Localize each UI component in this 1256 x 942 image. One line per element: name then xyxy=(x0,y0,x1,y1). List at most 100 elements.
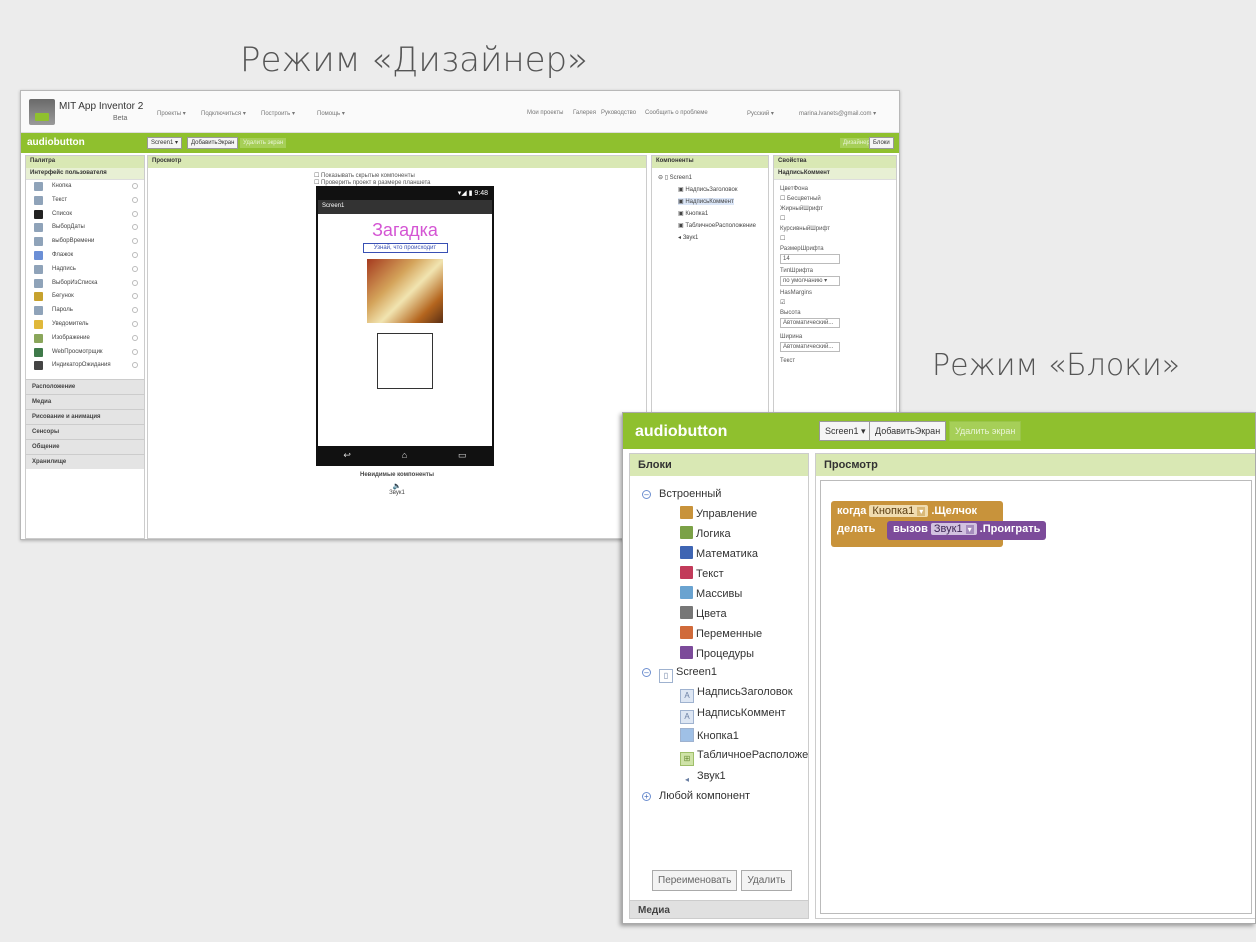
menu-guide[interactable]: Руководство xyxy=(601,110,636,116)
component-dropdown[interactable]: Звук1 ▾ xyxy=(930,523,977,535)
tree-screen1[interactable]: – ▯ Screen1 xyxy=(642,666,717,683)
prop-hasmargins-checkbox[interactable]: ☑ xyxy=(780,298,890,308)
tree-screen1[interactable]: ⊖ ▯ Screen1 xyxy=(658,174,692,181)
riddle-image[interactable] xyxy=(367,259,443,323)
palette-item[interactable]: ВыборДаты xyxy=(26,221,144,235)
drawer-lists[interactable]: Массивы xyxy=(680,586,742,600)
media-section[interactable]: Медиа xyxy=(630,900,808,918)
menu-my-projects[interactable]: Мои проекты xyxy=(527,110,563,116)
add-screen-button[interactable]: ДобавитьЭкран xyxy=(187,137,239,149)
palette-item[interactable]: Флажок xyxy=(26,249,144,263)
tree-item[interactable]: ◂ Звук1 xyxy=(678,234,698,241)
prop-fonttype-select[interactable]: по умолчанию ▾ xyxy=(780,276,840,286)
drawer-logic[interactable]: Логика xyxy=(680,526,731,540)
prop-fontsize-input[interactable]: 14 xyxy=(780,254,840,264)
palette-item[interactable]: Список xyxy=(26,208,144,222)
palette-category[interactable]: Хранилище xyxy=(26,454,144,470)
expand-icon[interactable]: + xyxy=(642,792,651,801)
remove-screen-button[interactable]: Удалить экран xyxy=(239,137,288,149)
palette-item[interactable]: выборВремени xyxy=(26,235,144,249)
help-icon[interactable] xyxy=(132,293,138,300)
palette-item[interactable]: Бегунок xyxy=(26,290,144,304)
screen-select[interactable]: Screen1 ▾ xyxy=(147,137,183,149)
nonvisible-sound[interactable]: Звук1 xyxy=(148,490,646,496)
rename-button[interactable]: Переименовать xyxy=(652,870,738,891)
drawer-component[interactable]: ⊞ ТабличноеРасположени xyxy=(680,749,808,766)
menu-projects[interactable]: Проекты ▾ xyxy=(157,110,186,117)
prop-width-input[interactable]: Автоматический... xyxy=(780,342,840,352)
palette-category[interactable]: Общение xyxy=(26,439,144,455)
viewer-title: Просмотр xyxy=(816,454,1255,476)
menu-gallery[interactable]: Галерея xyxy=(573,110,596,116)
palette-item[interactable]: Текст xyxy=(26,194,144,208)
drawer-procedures[interactable]: Процедуры xyxy=(680,646,754,660)
palette-category[interactable]: Медиа xyxy=(26,394,144,410)
drawer-math[interactable]: Математика xyxy=(680,546,758,560)
screen-select[interactable]: Screen1 ▾ xyxy=(819,421,872,441)
drawer-component[interactable]: A НадписьКоммент xyxy=(680,707,786,724)
help-icon[interactable] xyxy=(132,251,138,258)
help-icon[interactable] xyxy=(132,196,138,203)
tree-any-component[interactable]: + Любой компонент xyxy=(642,790,750,802)
palette-item[interactable]: ВыборИзСписка xyxy=(26,277,144,291)
help-icon[interactable] xyxy=(132,362,138,369)
drawer-component[interactable]: ◂ Звук1 xyxy=(680,770,726,788)
component-dropdown[interactable]: Кнопка1 ▾ xyxy=(869,505,929,517)
tree-item[interactable]: ▣ НадписьЗаголовок xyxy=(678,186,737,193)
prop-bold-checkbox[interactable]: ☐ xyxy=(780,214,890,224)
prop-bgcolor[interactable]: ☐ Бесцветный xyxy=(780,194,890,204)
blocks-workspace[interactable]: когда Кнопка1 ▾ .Щелчок делать вызов Звук… xyxy=(820,480,1252,914)
palette-item[interactable]: Кнопка xyxy=(26,180,144,194)
tablet-size-checkbox[interactable]: ☐ Проверить проект в размере планшета xyxy=(314,179,430,186)
tree-item[interactable]: ▣ Кнопка1 xyxy=(678,210,708,217)
drawer-component[interactable]: A НадписьЗаголовок xyxy=(680,686,793,703)
menu-build[interactable]: Построить ▾ xyxy=(261,110,295,117)
menu-report[interactable]: Сообщить о проблеме xyxy=(645,110,708,116)
palette-item[interactable]: Пароль xyxy=(26,304,144,318)
help-icon[interactable] xyxy=(132,320,138,327)
help-icon[interactable] xyxy=(132,238,138,245)
palette-item[interactable]: Изображение xyxy=(26,332,144,346)
tree-item[interactable]: ▣ ТабличноеРасположение xyxy=(678,222,756,229)
help-icon[interactable] xyxy=(132,334,138,341)
blocks-button[interactable]: Блоки xyxy=(869,137,894,149)
button1-preview[interactable] xyxy=(377,333,433,389)
delete-button[interactable]: Удалить xyxy=(741,870,792,891)
call-block-sound-play[interactable]: вызов Звук1 ▾ .Проиграть xyxy=(887,521,1047,540)
palette-item[interactable]: ИндикаторОжидания xyxy=(26,359,144,373)
drawer-text[interactable]: Текст xyxy=(680,566,724,580)
drawer-variables[interactable]: Переменные xyxy=(680,626,762,640)
help-icon[interactable] xyxy=(132,183,138,189)
palette-category[interactable]: Сенсоры xyxy=(26,424,144,440)
collapse-icon[interactable]: – xyxy=(642,668,651,677)
palette-item[interactable]: Надпись xyxy=(26,263,144,277)
menu-help[interactable]: Помощь ▾ xyxy=(317,110,345,117)
tree-item-selected[interactable]: ▣ НадписьКоммент xyxy=(678,198,734,205)
palette-item[interactable]: WebПросмотрщик xyxy=(26,346,144,360)
tree-builtin[interactable]: – Встроенный xyxy=(642,488,721,500)
prop-height-input[interactable]: Автоматический... xyxy=(780,318,840,328)
title-label[interactable]: Загадка xyxy=(318,220,492,241)
palette-category[interactable]: Рисование и анимация xyxy=(26,409,144,425)
menu-language[interactable]: Русский ▾ xyxy=(747,110,774,117)
help-icon[interactable] xyxy=(132,307,138,314)
comment-label[interactable]: Узнай, что происходит xyxy=(362,243,448,253)
menu-connect[interactable]: Подключиться ▾ xyxy=(201,110,246,117)
help-icon[interactable] xyxy=(132,279,138,286)
add-screen-button[interactable]: ДобавитьЭкран xyxy=(869,421,947,441)
palette-category[interactable]: Расположение xyxy=(26,379,144,395)
menu-account[interactable]: marina.lvanets@gmail.com ▾ xyxy=(799,110,876,117)
help-icon[interactable] xyxy=(132,210,138,217)
help-icon[interactable] xyxy=(132,224,138,231)
help-icon[interactable] xyxy=(132,265,138,272)
prop-italic-checkbox[interactable]: ☐ xyxy=(780,234,890,244)
drawer-colors[interactable]: Цвета xyxy=(680,606,727,620)
palette-item[interactable]: Уведомитель xyxy=(26,318,144,332)
palette-section-ui[interactable]: Интерфейс пользователя xyxy=(26,168,144,180)
drawer-component[interactable]: Кнопка1 xyxy=(680,728,739,742)
show-hidden-checkbox[interactable]: ☐ Показывать скрытые компоненты xyxy=(314,172,415,179)
drawer-control[interactable]: Управление xyxy=(680,506,757,520)
help-icon[interactable] xyxy=(132,348,138,355)
remove-screen-button[interactable]: Удалить экран xyxy=(949,421,1022,441)
collapse-icon[interactable]: – xyxy=(642,490,651,499)
